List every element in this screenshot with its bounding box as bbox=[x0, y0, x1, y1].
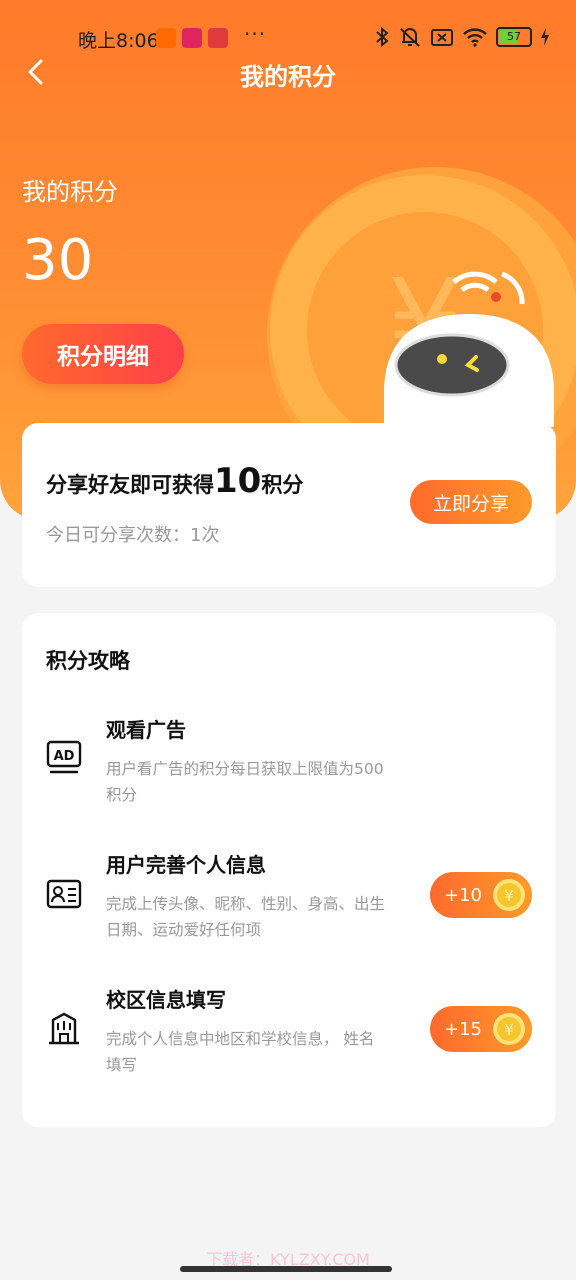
home-indicator[interactable] bbox=[180, 1266, 392, 1272]
svg-text:¥: ¥ bbox=[504, 887, 514, 905]
wifi-icon bbox=[463, 28, 487, 47]
task-name: 用户完善个人信息 bbox=[106, 853, 266, 877]
charging-icon bbox=[541, 28, 549, 46]
ad-icon: AD bbox=[46, 740, 82, 774]
mute-icon bbox=[400, 28, 420, 47]
share-title-prefix: 分享好友即可获得 bbox=[46, 473, 214, 497]
task-desc: 完成上传头像、昵称、性别、身高、出生日期、运动爱好任何项 bbox=[106, 895, 386, 939]
share-now-button[interactable]: 立即分享 bbox=[410, 480, 532, 524]
task-complete-profile: 用户完善个人信息 完成上传头像、昵称、性别、身高、出生日期、运动爱好任何项 +1… bbox=[22, 849, 556, 969]
share-count-text: 今日可分享次数：1次 bbox=[46, 525, 220, 546]
reward-button-10[interactable]: +10 ¥ bbox=[430, 872, 532, 918]
id-card-icon bbox=[46, 879, 82, 909]
task-desc: 用户看广告的积分每日获取上限值为500积分 bbox=[106, 760, 384, 804]
points-detail-button[interactable]: 积分明细 bbox=[22, 324, 184, 384]
points-label: 我的积分 bbox=[22, 178, 118, 206]
status-time: 晚上8:06 bbox=[78, 30, 159, 52]
shop-app-icon bbox=[182, 28, 202, 48]
page-title: 我的积分 bbox=[240, 63, 336, 91]
reward-value: +10 bbox=[444, 884, 482, 906]
battery-level: 57 bbox=[507, 30, 521, 43]
coin-icon: ¥ bbox=[493, 879, 525, 911]
robot-mascot bbox=[384, 271, 554, 427]
share-card: 分享好友即可获得10积分 今日可分享次数：1次 立即分享 bbox=[22, 423, 556, 587]
coin-icon: ¥ bbox=[493, 1013, 525, 1045]
share-title-suffix: 积分 bbox=[261, 473, 304, 497]
svg-text:¥: ¥ bbox=[504, 1021, 514, 1039]
more-notifications-icon: ··· bbox=[244, 22, 267, 46]
status-bar: 晚上8:06 ··· 57 bbox=[0, 22, 576, 54]
svg-text:AD: AD bbox=[54, 749, 75, 764]
gift-app-icon bbox=[208, 28, 228, 48]
task-desc: 完成个人信息中地区和学校信息， 姓名填写 bbox=[106, 1030, 375, 1074]
bluetooth-icon bbox=[376, 26, 389, 48]
share-points-number: 10 bbox=[214, 461, 262, 501]
reward-value: +15 bbox=[444, 1018, 482, 1040]
taobao-app-icon bbox=[156, 28, 176, 48]
share-title: 分享好友即可获得10积分 bbox=[46, 461, 303, 501]
task-name: 校区信息填写 bbox=[106, 988, 226, 1012]
points-guide-card: 积分攻略 AD 观看广告 用户看广告的积分每日获取上限值为500积分 用户完善个… bbox=[22, 613, 556, 1127]
building-icon bbox=[49, 1012, 79, 1045]
task-campus-info: 校区信息填写 完成个人信息中地区和学校信息， 姓名填写 +15 ¥ bbox=[22, 984, 556, 1104]
no-sim-icon bbox=[431, 29, 453, 46]
task-watch-ad: AD 观看广告 用户看广告的积分每日获取上限值为500积分 bbox=[22, 714, 556, 834]
battery-icon: 57 bbox=[496, 27, 532, 47]
task-name: 观看广告 bbox=[106, 718, 186, 742]
guide-title: 积分攻略 bbox=[46, 649, 130, 673]
points-value: 30 bbox=[22, 228, 94, 293]
reward-button-15[interactable]: +15 ¥ bbox=[430, 1006, 532, 1052]
